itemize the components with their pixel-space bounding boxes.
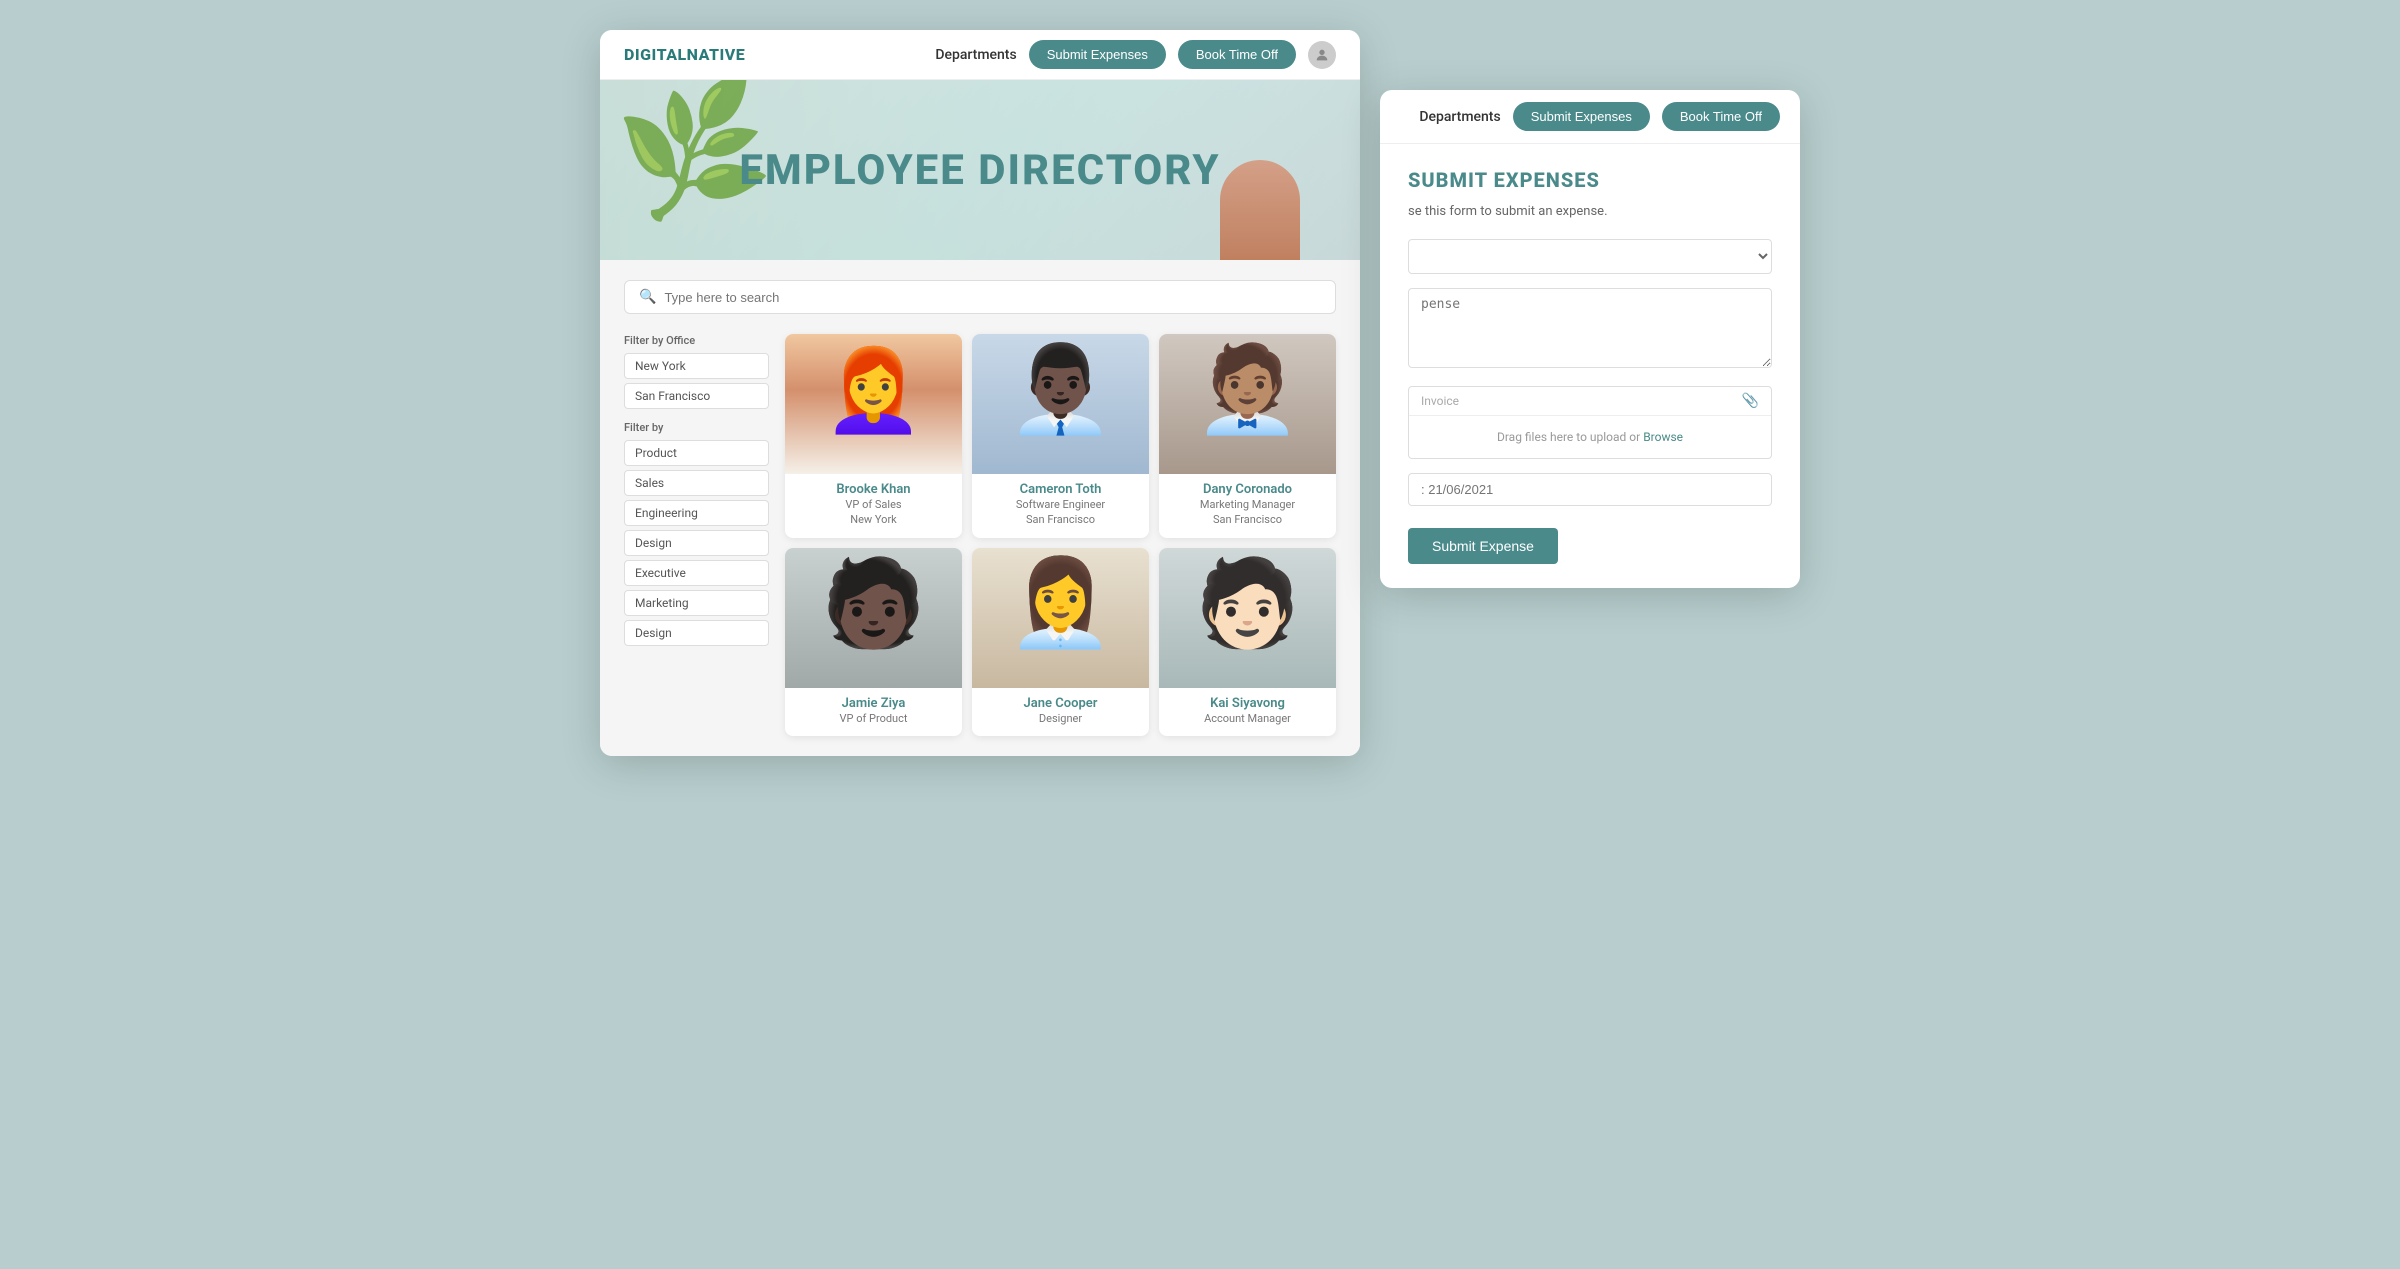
modal-window: Departments Submit Expenses Book Time Of…: [1380, 90, 1800, 588]
submit-expenses-button[interactable]: Submit Expenses: [1029, 40, 1166, 69]
search-icon: 🔍: [639, 289, 656, 305]
employee-location-brooke: New York: [791, 512, 956, 527]
employee-name-dany: Dany Coronado: [1165, 482, 1330, 497]
form-file-group: Invoice 📎 Drag files here to upload or B…: [1408, 386, 1772, 459]
employee-role-kai: Account Manager: [1165, 711, 1330, 726]
employee-name-cameron: Cameron Toth: [978, 482, 1143, 497]
main-window: DIGITALNATIVE Departments Submit Expense…: [600, 30, 1360, 756]
modal-subtitle: se this form to submit an expense.: [1408, 204, 1772, 219]
filter-engineering[interactable]: Engineering: [624, 500, 769, 526]
brand-logo: DIGITALNATIVE: [624, 45, 745, 64]
user-icon[interactable]: [1308, 41, 1336, 69]
employee-card-kai[interactable]: Kai Siyavong Account Manager: [1159, 548, 1336, 736]
employee-card-cameron[interactable]: Cameron Toth Software Engineer San Franc…: [972, 334, 1149, 538]
form-description-group: [1408, 288, 1772, 372]
file-drop-zone[interactable]: Drag files here to upload or Browse: [1409, 416, 1771, 458]
employee-card-jane[interactable]: Jane Cooper Designer: [972, 548, 1149, 736]
dept-filter-label: Filter by: [624, 421, 769, 434]
directory-body: 🔍 Filter by Office New York San Francisc…: [600, 260, 1360, 756]
attachment-icon: 📎: [1742, 393, 1759, 409]
browse-link[interactable]: Browse: [1643, 430, 1683, 444]
employee-card-dany[interactable]: Dany Coronado Marketing Manager San Fran…: [1159, 334, 1336, 538]
employee-photo-dany: [1159, 334, 1336, 474]
employee-info-jane: Jane Cooper Designer: [972, 688, 1149, 736]
search-input[interactable]: [664, 290, 1321, 305]
hero-banner: 🌿 EMPLOYEE DIRECTORY: [600, 80, 1360, 260]
employee-role-brooke: VP of Sales: [791, 497, 956, 512]
book-time-off-button[interactable]: Book Time Off: [1178, 40, 1296, 69]
modal-body: SUBMIT EXPENSES se this form to submit a…: [1380, 144, 1800, 588]
date-input[interactable]: [1408, 473, 1772, 506]
employee-role-dany: Marketing Manager: [1165, 497, 1330, 512]
employee-photo-kai: [1159, 548, 1336, 688]
employee-card-jamie[interactable]: Jamie Ziya VP of Product: [785, 548, 962, 736]
filter-product[interactable]: Product: [624, 440, 769, 466]
filter-executive[interactable]: Executive: [624, 560, 769, 586]
office-filter-section: Filter by Office New York San Francisco: [624, 334, 769, 409]
employee-info-kai: Kai Siyavong Account Manager: [1159, 688, 1336, 736]
employee-grid: Brooke Khan VP of Sales New York Cameron…: [785, 334, 1336, 736]
modal-submit-expenses-button[interactable]: Submit Expenses: [1513, 102, 1650, 131]
submit-expense-button[interactable]: Submit Expense: [1408, 528, 1558, 564]
employee-photo-jamie: [785, 548, 962, 688]
employee-photo-brooke: [785, 334, 962, 474]
modal-nav: Departments Submit Expenses Book Time Of…: [1380, 90, 1800, 144]
modal-book-time-off-button[interactable]: Book Time Off: [1662, 102, 1780, 131]
form-date-group: [1408, 473, 1772, 506]
employee-name-jane: Jane Cooper: [978, 696, 1143, 711]
employee-photo-cameron: [972, 334, 1149, 474]
employee-info-jamie: Jamie Ziya VP of Product: [785, 688, 962, 736]
drag-files-text: Drag files here to upload or: [1497, 430, 1640, 444]
hero-person: [1220, 160, 1300, 260]
employee-role-jane: Designer: [978, 711, 1143, 726]
employee-info-cameron: Cameron Toth Software Engineer San Franc…: [972, 474, 1149, 538]
form-category-group: [1408, 239, 1772, 274]
employee-role-cameron: Software Engineer: [978, 497, 1143, 512]
hero-title: EMPLOYEE DIRECTORY: [739, 146, 1220, 195]
employee-role-jamie: VP of Product: [791, 711, 956, 726]
dept-filter-section: Filter by Product Sales Engineering Desi…: [624, 421, 769, 646]
employee-photo-jane: [972, 548, 1149, 688]
description-textarea[interactable]: [1408, 288, 1772, 368]
file-upload-label-row: Invoice 📎: [1409, 387, 1771, 416]
office-filter-label: Filter by Office: [624, 334, 769, 347]
employee-name-kai: Kai Siyavong: [1165, 696, 1330, 711]
modal-title: SUBMIT EXPENSES: [1408, 168, 1772, 192]
sidebar-filters: Filter by Office New York San Francisco …: [624, 334, 769, 736]
employee-name-jamie: Jamie Ziya: [791, 696, 956, 711]
filter-marketing[interactable]: Marketing: [624, 590, 769, 616]
main-nav: DIGITALNATIVE Departments Submit Expense…: [600, 30, 1360, 80]
category-select[interactable]: [1408, 239, 1772, 274]
filter-newyork[interactable]: New York: [624, 353, 769, 379]
directory-content: Filter by Office New York San Francisco …: [624, 334, 1336, 736]
filter-design[interactable]: Design: [624, 530, 769, 556]
modal-nav-departments[interactable]: Departments: [1419, 109, 1500, 125]
nav-departments[interactable]: Departments: [935, 47, 1016, 63]
employee-info-dany: Dany Coronado Marketing Manager San Fran…: [1159, 474, 1336, 538]
file-upload-group: Invoice 📎 Drag files here to upload or B…: [1408, 386, 1772, 459]
search-bar: 🔍: [624, 280, 1336, 314]
employee-card-brooke[interactable]: Brooke Khan VP of Sales New York: [785, 334, 962, 538]
employee-location-cameron: San Francisco: [978, 512, 1143, 527]
filter-design2[interactable]: Design: [624, 620, 769, 646]
employee-location-dany: San Francisco: [1165, 512, 1330, 527]
employee-info-brooke: Brooke Khan VP of Sales New York: [785, 474, 962, 538]
nav-right: Departments Submit Expenses Book Time Of…: [935, 40, 1336, 69]
employee-name-brooke: Brooke Khan: [791, 482, 956, 497]
invoice-label: Invoice: [1421, 394, 1459, 408]
filter-sanfrancisco[interactable]: San Francisco: [624, 383, 769, 409]
filter-sales[interactable]: Sales: [624, 470, 769, 496]
